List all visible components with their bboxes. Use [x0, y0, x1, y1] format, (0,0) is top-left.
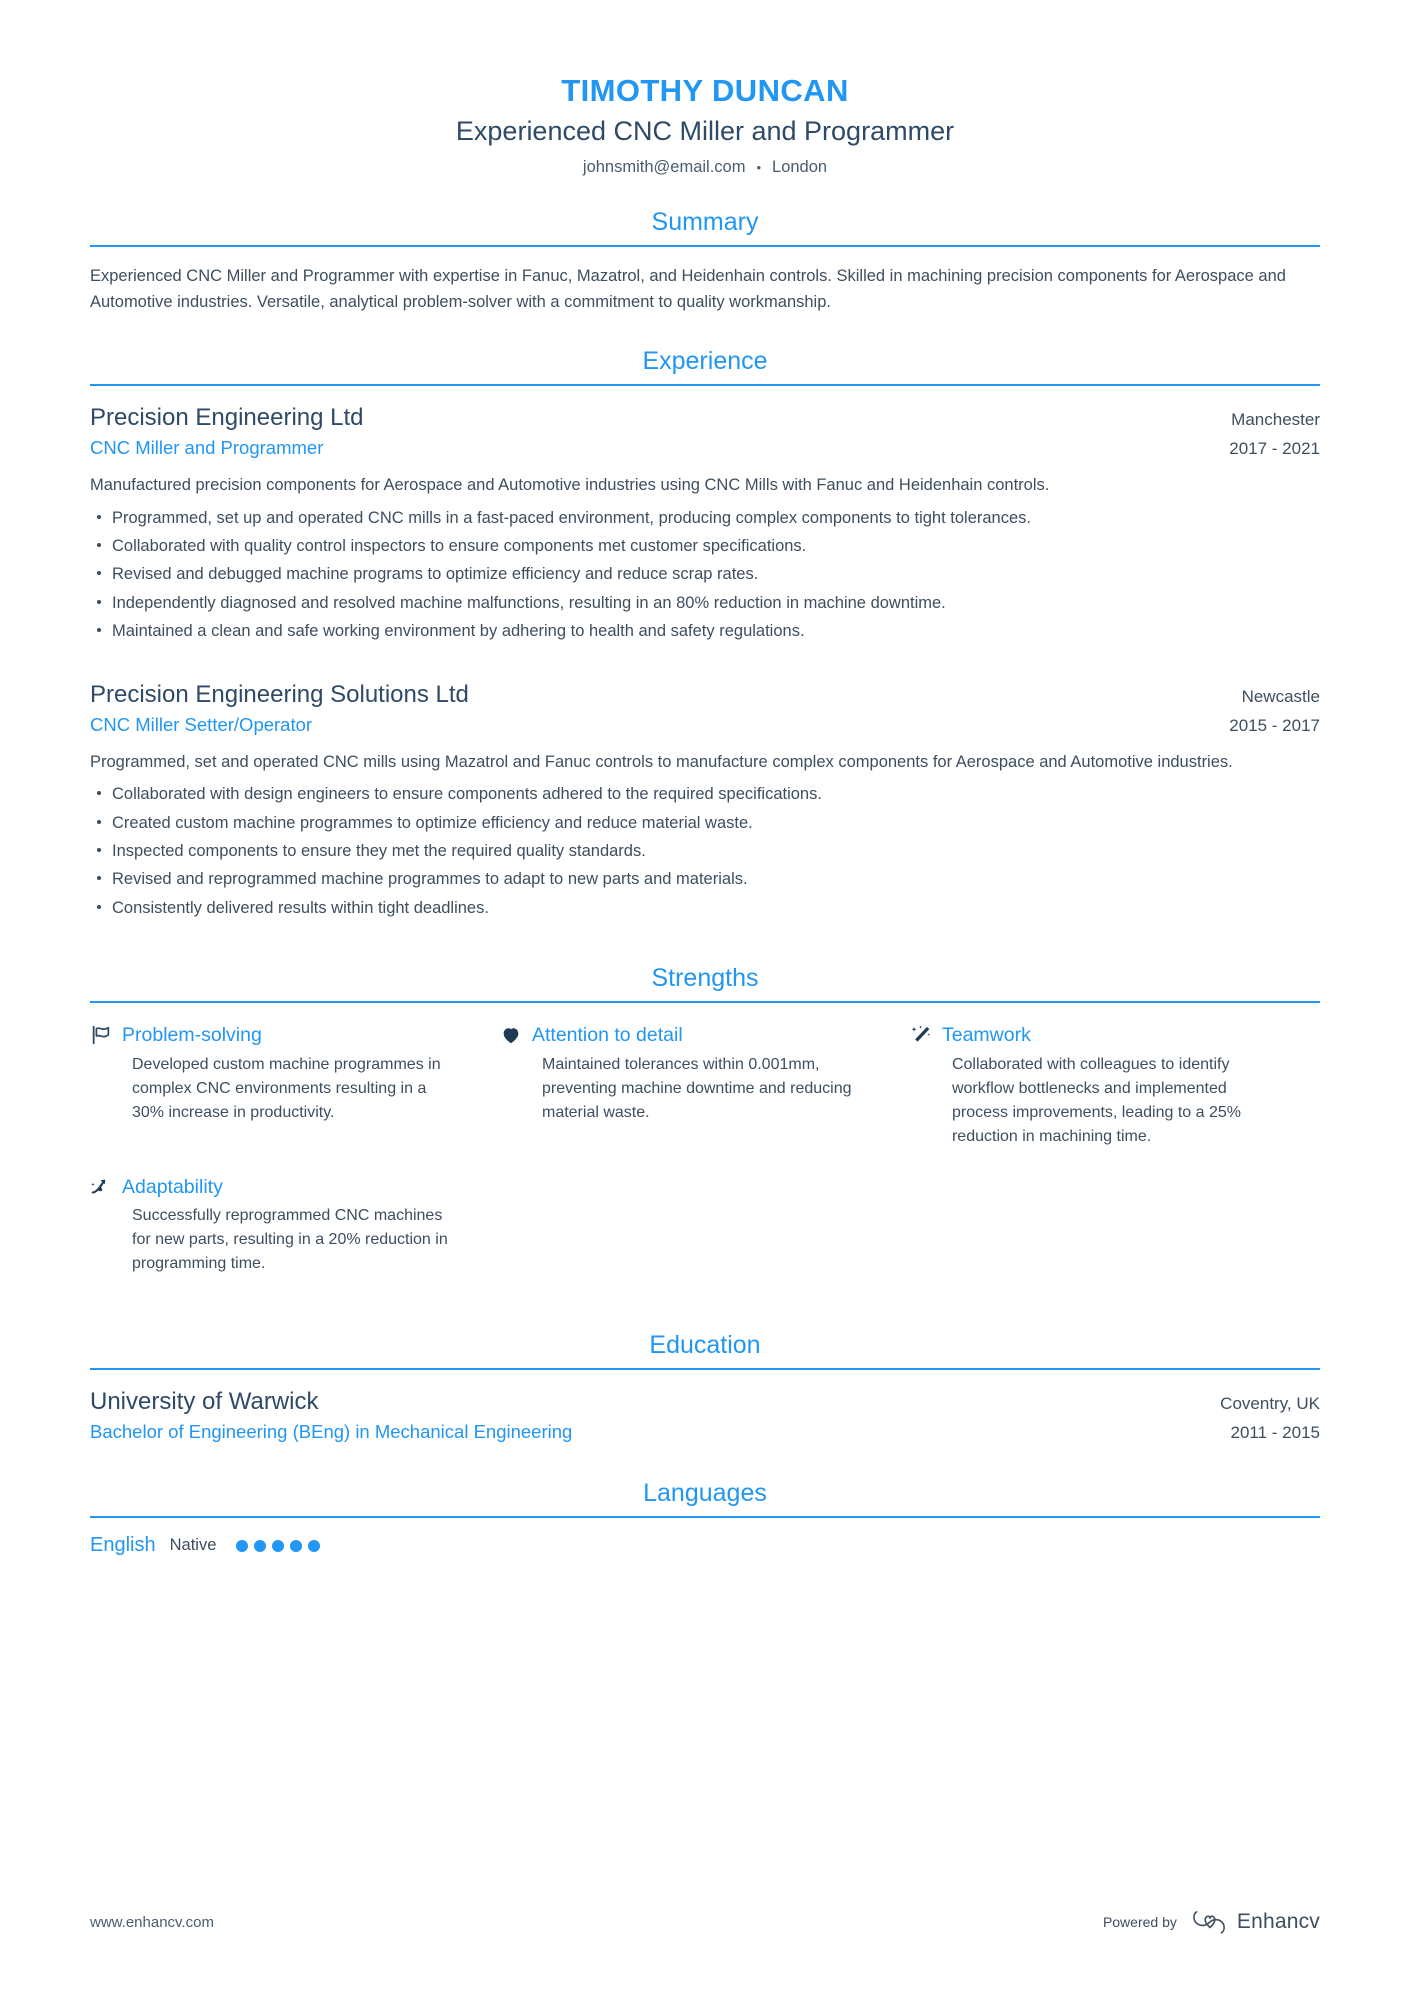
strength-title: Adaptability: [122, 1175, 223, 1198]
flag-icon: [90, 1024, 112, 1046]
magic-wand-icon: [910, 1024, 932, 1046]
trending-arrow-icon: [90, 1176, 112, 1198]
employer-name: Precision Engineering Ltd: [90, 404, 364, 432]
section-languages: Languages English Native: [90, 1478, 1320, 1557]
strength-item: Attention to detail Maintained tolerance…: [500, 1023, 910, 1148]
job-role: CNC Miller Setter/Operator: [90, 713, 313, 735]
job-bullet: Revised and debugged machine programs to…: [90, 561, 1320, 587]
strength-item: Problem-solving Developed custom machine…: [90, 1023, 500, 1148]
job-bullet-list: Collaborated with design engineers to en…: [90, 781, 1320, 921]
strength-title: Teamwork: [941, 1024, 1031, 1047]
strength-item: Adaptability Successfully reprogrammed C…: [90, 1175, 500, 1276]
resume-page: TIMOTHY DUNCAN Experienced CNC Miller an…: [0, 0, 1410, 1995]
candidate-job-title: Experienced CNC Miller and Programmer: [455, 116, 955, 147]
rating-dot: [308, 1539, 321, 1552]
section-experience: Experience Precision Engineering Ltd Man…: [90, 346, 1320, 921]
section-title-summary: Summary: [651, 207, 759, 236]
job-description: Programmed, set and operated CNC mills u…: [90, 752, 1233, 771]
employer-location: Manchester: [1231, 410, 1320, 430]
job-bullet: Collaborated with design engineers to en…: [90, 781, 1320, 807]
section-title-education: Education: [649, 1330, 761, 1359]
website-url[interactable]: www.enhancv.com: [90, 1914, 214, 1931]
job-description: Manufactured precision components for Ae…: [90, 476, 1050, 495]
section-title-strengths: Strengths: [651, 964, 759, 993]
enhancv-logo: Enhancv: [1191, 1909, 1320, 1935]
resume-header: TIMOTHY DUNCAN Experienced CNC Miller an…: [90, 0, 1320, 177]
powered-by-label: Powered by: [1102, 1914, 1177, 1930]
language-item: English Native: [90, 1534, 1320, 1557]
job-dates: 2017 - 2021: [1229, 439, 1320, 459]
strength-description: Successfully reprogrammed CNC machines f…: [132, 1206, 448, 1272]
summary-paragraph: Experienced CNC Miller and Programmer wi…: [90, 266, 1286, 312]
strength-description: Maintained tolerances within 0.001mm, pr…: [541, 1055, 852, 1121]
heart-icon: [500, 1024, 522, 1046]
section-summary: Summary Experienced CNC Miller and Progr…: [90, 207, 1320, 316]
enhancv-mark-icon: [1193, 1911, 1225, 1934]
strength-title: Problem-solving: [122, 1024, 262, 1047]
strength-description: Developed custom machine programmes in c…: [132, 1055, 441, 1121]
rating-dot: [290, 1539, 303, 1552]
brand-name: Enhancv: [1236, 1910, 1320, 1933]
section-education: Education University of Warwick Coventry…: [90, 1330, 1320, 1444]
job-bullet: Consistently delivered results within ti…: [90, 895, 1320, 921]
section-title-languages: Languages: [643, 1479, 767, 1508]
language-name: English: [90, 1534, 156, 1557]
job-bullet-list: Programmed, set up and operated CNC mill…: [90, 505, 1320, 645]
brand-block: Powered by Enhancv: [1103, 1909, 1320, 1935]
job-bullet: Collaborated with quality control inspec…: [90, 533, 1320, 559]
job-bullet: Revised and reprogrammed machine program…: [90, 866, 1320, 892]
contact-line: johnsmith@email.com • London: [90, 158, 1320, 177]
email-text: johnsmith@email.com: [582, 157, 746, 176]
school-location: Coventry, UK: [1220, 1393, 1320, 1413]
education-entry: University of Warwick Coventry, UK Bache…: [90, 1386, 1320, 1444]
rating-dot: [272, 1539, 285, 1552]
section-strengths: Strengths Problem-solving Developed cust…: [90, 963, 1320, 1302]
strength-description: Collaborated with colleagues to identify…: [951, 1055, 1242, 1145]
location-text: London: [772, 157, 828, 176]
job-role: CNC Miller and Programmer: [90, 437, 324, 459]
education-dates: 2011 - 2015: [1230, 1423, 1320, 1443]
job-dates: 2015 - 2017: [1229, 715, 1320, 735]
school-name: University of Warwick: [90, 1387, 319, 1415]
strength-item: Teamwork Collaborated with colleagues to…: [910, 1023, 1320, 1148]
candidate-name: TIMOTHY DUNCAN: [561, 73, 849, 108]
experience-entry: Precision Engineering Ltd Manchester CNC…: [90, 402, 1320, 645]
job-bullet: Inspected components to ensure they met …: [90, 838, 1320, 864]
experience-entry: Precision Engineering Solutions Ltd Newc…: [90, 679, 1320, 922]
section-title-experience: Experience: [642, 347, 768, 376]
job-bullet: Programmed, set up and operated CNC mill…: [90, 505, 1320, 531]
resume-footer: www.enhancv.com Powered by Enhancv: [90, 1909, 1320, 1935]
strength-title: Attention to detail: [531, 1024, 683, 1047]
contact-separator: •: [756, 159, 762, 175]
language-rating-dots: [236, 1539, 321, 1552]
job-bullet: Independently diagnosed and resolved mac…: [90, 590, 1320, 616]
rating-dot: [236, 1539, 249, 1552]
job-bullet: Maintained a clean and safe working envi…: [90, 618, 1320, 644]
strengths-grid: Problem-solving Developed custom machine…: [90, 1023, 1320, 1302]
employer-name: Precision Engineering Solutions Ltd: [90, 680, 469, 708]
job-bullet: Created custom machine programmes to opt…: [90, 810, 1320, 836]
rating-dot: [254, 1539, 267, 1552]
degree-name: Bachelor of Engineering (BEng) in Mechan…: [90, 1421, 573, 1443]
employer-location: Newcastle: [1241, 686, 1320, 706]
language-level: Native: [169, 1536, 217, 1555]
